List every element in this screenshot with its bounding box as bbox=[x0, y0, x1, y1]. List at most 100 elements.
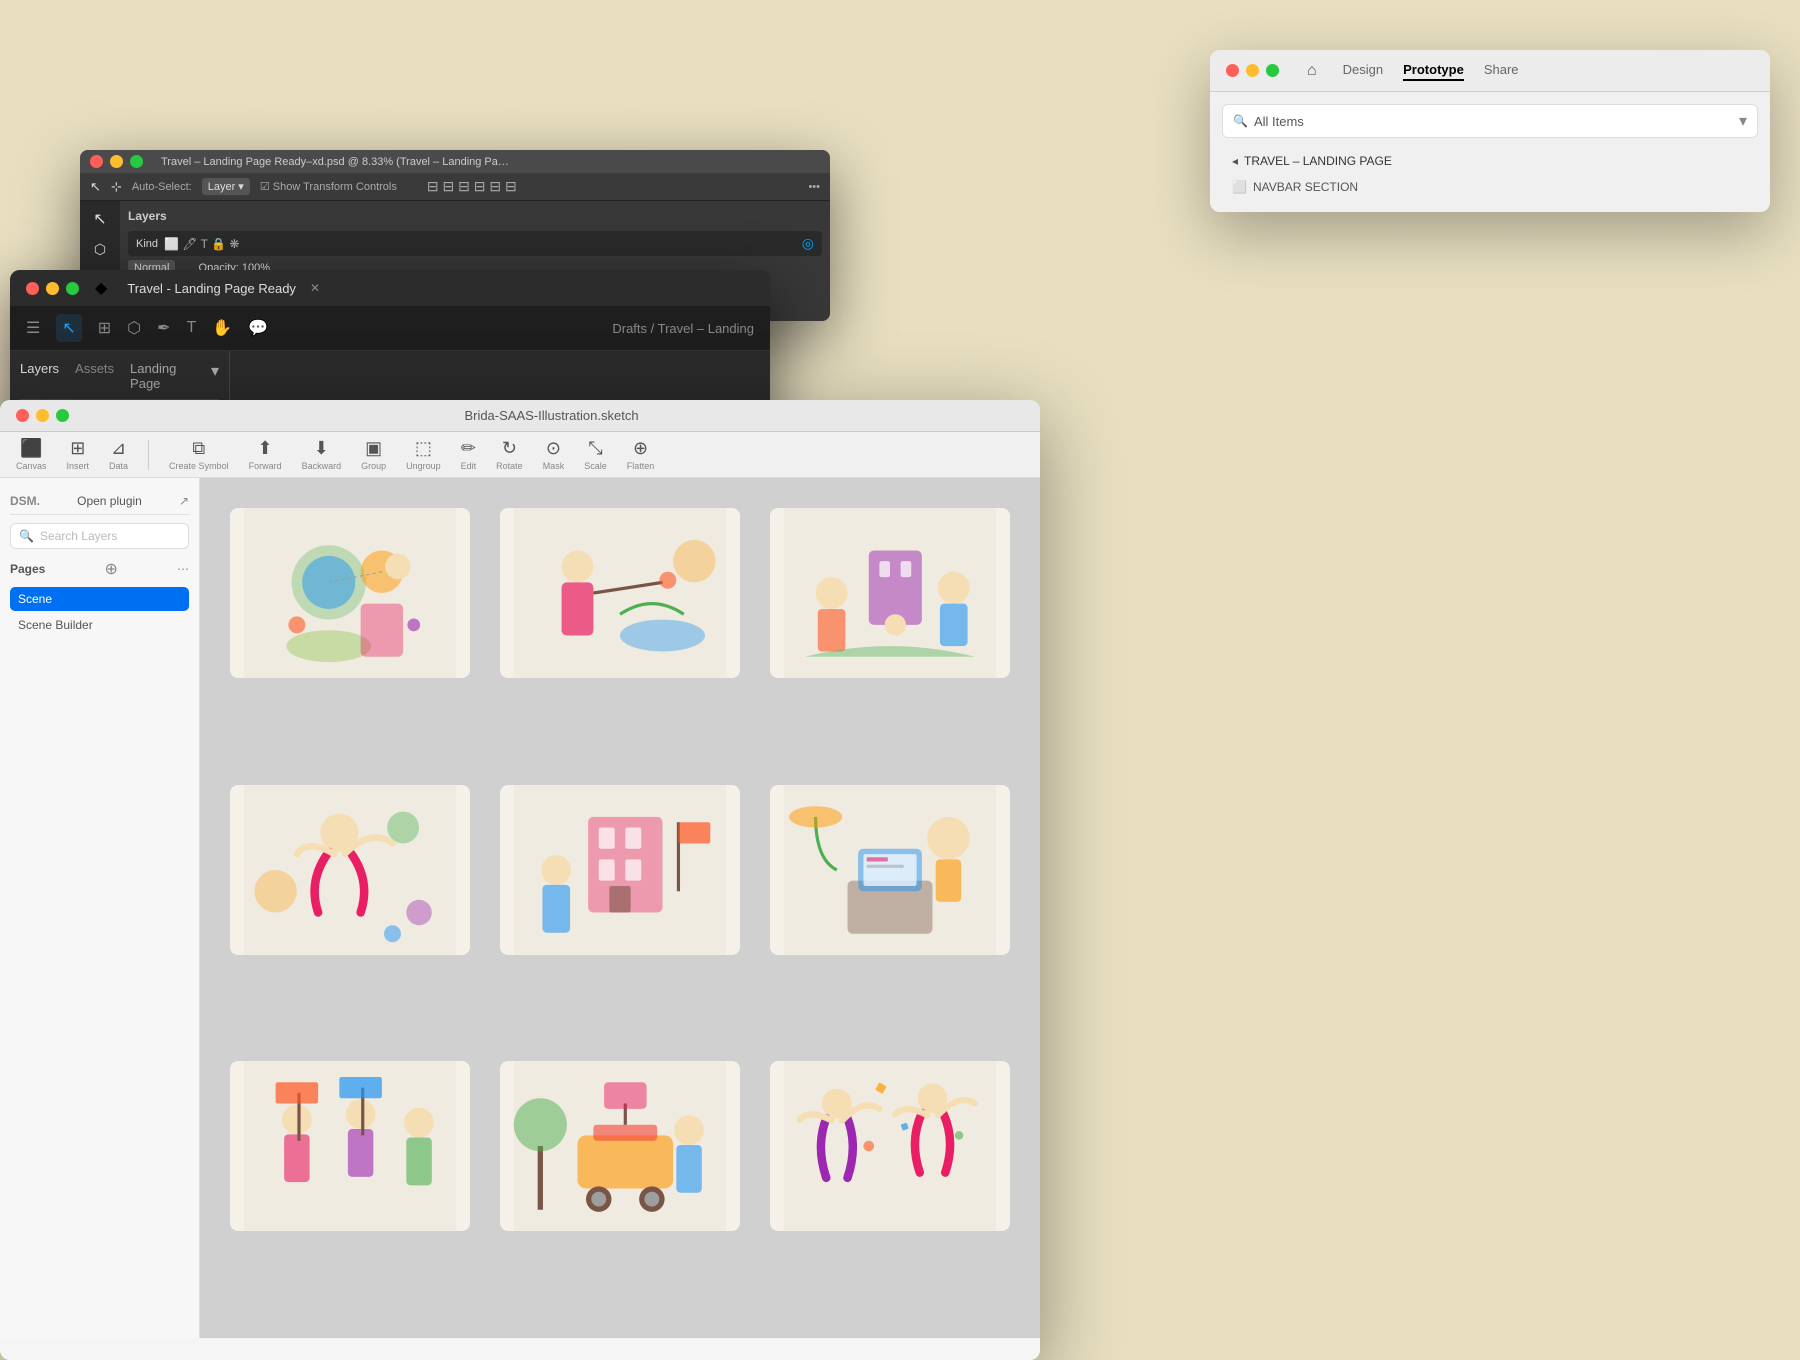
ps-more-icon[interactable]: ••• bbox=[808, 181, 820, 193]
figma-pen-tool[interactable]: ✒ bbox=[157, 318, 170, 338]
tab-landing-page[interactable]: Landing Page bbox=[130, 361, 195, 391]
figma-close-button[interactable] bbox=[26, 282, 39, 295]
sketch-toolbar: ⬛ Canvas ⊞ Insert ⊿ Data ⧉ Create Symbol… bbox=[0, 432, 1040, 478]
ps-tool-1[interactable]: ↖ bbox=[90, 179, 101, 195]
tab-layers[interactable]: Layers bbox=[20, 361, 59, 391]
sketch-ungroup-tool[interactable]: ⬚ Ungroup bbox=[406, 438, 441, 471]
sketch-insert-tool[interactable]: ⊞ Insert bbox=[67, 438, 90, 471]
flatten-icon: ⊕ bbox=[633, 438, 648, 459]
create-symbol-icon: ⧉ bbox=[192, 438, 205, 459]
sketch-flatten-tool[interactable]: ⊕ Flatten bbox=[627, 438, 655, 471]
ps-menubar: Travel – Landing Page Ready–xd.psd @ 8.3… bbox=[80, 150, 830, 173]
sketch-create-symbol-tool[interactable]: ⧉ Create Symbol bbox=[169, 438, 229, 471]
figma-maximize-button[interactable] bbox=[66, 282, 79, 295]
figma-panel-tabs: Layers Assets Landing Page ▾ bbox=[20, 361, 219, 400]
illustration-9 bbox=[770, 1061, 1010, 1231]
figma-cursor-tool[interactable]: ↖ bbox=[56, 314, 81, 342]
xd-nav-navbar: ⬜ NAVBAR SECTION bbox=[1222, 174, 1758, 200]
sketch-titlebar: Brida-SAAS-Illustration.sketch bbox=[0, 400, 1040, 432]
nav-travel-label: TRAVEL – LANDING PAGE bbox=[1244, 154, 1392, 168]
filter-toggle[interactable]: ◎ bbox=[802, 235, 814, 252]
sketch-rotate-tool[interactable]: ↻ Rotate bbox=[496, 438, 523, 471]
sketch-main-area: DSM. Open plugin ↗ 🔍 Search Layers Pages… bbox=[0, 478, 1040, 1338]
ps-close-button[interactable] bbox=[90, 155, 103, 168]
figma-shape-tool[interactable]: ⬡ bbox=[127, 318, 141, 338]
page-icon: ⬜ bbox=[1232, 180, 1247, 194]
figma-toolbar: ☰ ↖ ⊞ ⬡ ✒ T ✋ 💬 Drafts / Travel – Landin… bbox=[10, 306, 770, 351]
figma-close-tab-icon[interactable]: ✕ bbox=[310, 281, 320, 295]
edit-icon: ✏ bbox=[461, 438, 476, 459]
pages-menu-icon[interactable]: ⋯ bbox=[177, 562, 189, 576]
illustration-1 bbox=[230, 508, 470, 678]
maximize-button[interactable] bbox=[1266, 64, 1279, 77]
tab-design[interactable]: Design bbox=[1343, 60, 1383, 81]
figma-titlebar: ◆ Travel - Landing Page Ready ✕ bbox=[10, 270, 770, 306]
tab-share[interactable]: Share bbox=[1484, 60, 1519, 81]
nav-navbar-label: NAVBAR SECTION bbox=[1253, 180, 1358, 194]
figma-breadcrumb: Drafts / Travel – Landing bbox=[612, 321, 754, 336]
sketch-search-layers[interactable]: 🔍 Search Layers bbox=[10, 523, 189, 549]
xd-titlebar: ⌂ Design Prototype Share bbox=[1210, 50, 1770, 92]
ps-layer-dropdown[interactable]: Layer ▾ bbox=[202, 178, 250, 195]
sketch-minimize-button[interactable] bbox=[36, 409, 49, 422]
sketch-mask-tool[interactable]: ⊙ Mask bbox=[543, 438, 565, 471]
illustration-8 bbox=[500, 1061, 740, 1231]
sketch-dsm-bar: DSM. Open plugin ↗ bbox=[10, 488, 189, 515]
close-button[interactable] bbox=[1226, 64, 1239, 77]
ps-minimize-button[interactable] bbox=[110, 155, 123, 168]
layers-filter-kind[interactable]: Kind bbox=[136, 238, 158, 250]
figma-comment-tool[interactable]: 💬 bbox=[248, 318, 268, 338]
sketch-group-tool[interactable]: ▣ Group bbox=[361, 438, 386, 471]
tab-prototype[interactable]: Prototype bbox=[1403, 60, 1464, 81]
layers-filter-row: Kind ⬜ 🖊 T 🔒 ❋ ◎ bbox=[128, 231, 822, 256]
ps-align-icons: ⊟ ⊟ ⊟ ⊟ ⊟ ⊟ bbox=[427, 178, 517, 195]
sketch-forward-tool[interactable]: ⬆ Forward bbox=[249, 438, 282, 471]
sketch-edit-tool[interactable]: ✏ Edit bbox=[461, 438, 477, 471]
sketch-canvas-tool[interactable]: ⬛ Canvas bbox=[16, 438, 47, 471]
sketch-page-scene-builder[interactable]: Scene Builder bbox=[10, 613, 189, 637]
sketch-backward-tool[interactable]: ⬇ Backward bbox=[302, 438, 342, 471]
ps-sidebar-arrow[interactable]: ↖ bbox=[93, 209, 106, 229]
xd-search-bar[interactable]: 🔍 All Items ▾ bbox=[1222, 104, 1758, 138]
sketch-page-scene[interactable]: Scene bbox=[10, 587, 189, 611]
figma-minimize-button[interactable] bbox=[46, 282, 59, 295]
minimize-button[interactable] bbox=[1246, 64, 1259, 77]
ps-window-controls bbox=[90, 155, 143, 168]
sketch-open-plugin-button[interactable]: Open plugin bbox=[77, 494, 142, 508]
rotate-icon: ↻ bbox=[502, 438, 517, 459]
home-icon[interactable]: ⌂ bbox=[1307, 62, 1317, 80]
sketch-dsm-label: DSM. bbox=[10, 494, 40, 508]
ps-maximize-button[interactable] bbox=[130, 155, 143, 168]
figma-menu-icon[interactable]: ☰ bbox=[26, 318, 40, 338]
filter-icons: ⬜ 🖊 T 🔒 ❋ bbox=[164, 237, 239, 251]
xd-content: 🔍 All Items ▾ ◂ TRAVEL – LANDING PAGE ⬜ … bbox=[1210, 92, 1770, 212]
figma-window-title: Travel - Landing Page Ready bbox=[127, 281, 296, 296]
illustration-6 bbox=[770, 785, 1010, 955]
data-icon: ⊿ bbox=[111, 438, 126, 459]
sketch-canvas bbox=[200, 478, 1040, 1338]
sketch-data-tool[interactable]: ⊿ Data bbox=[109, 438, 128, 471]
figma-text-tool[interactable]: T bbox=[187, 319, 197, 337]
figma-frame-tool[interactable]: ⊞ bbox=[98, 318, 111, 338]
sketch-close-button[interactable] bbox=[16, 409, 29, 422]
sketch-window-title: Brida-SAAS-Illustration.sketch bbox=[464, 408, 638, 423]
forward-icon: ⬆ bbox=[258, 438, 273, 459]
tab-assets[interactable]: Assets bbox=[75, 361, 114, 391]
sketch-pages-header: Pages ⊕ ⋯ bbox=[10, 559, 189, 579]
canvas-icon: ⬛ bbox=[20, 438, 42, 459]
xd-nav-travel: ◂ TRAVEL – LANDING PAGE bbox=[1222, 148, 1758, 174]
sketch-scale-tool[interactable]: ⤡ Scale bbox=[584, 438, 607, 471]
figma-hand-tool[interactable]: ✋ bbox=[212, 318, 232, 338]
illustration-5 bbox=[500, 785, 740, 955]
add-page-button[interactable]: ⊕ bbox=[104, 559, 117, 579]
dropdown-icon: ▾ bbox=[1739, 111, 1747, 131]
search-all-items: All Items bbox=[1254, 114, 1304, 129]
illustration-4 bbox=[230, 785, 470, 955]
ps-sidebar-lasso[interactable]: ⬡ bbox=[94, 241, 106, 258]
ps-tool-2[interactable]: ⊹ bbox=[111, 179, 122, 195]
xd-tabs: Design Prototype Share bbox=[1343, 60, 1519, 81]
sketch-pages-label: Pages bbox=[10, 562, 45, 576]
search-icon: 🔍 bbox=[1233, 114, 1248, 128]
sketch-left-panel: DSM. Open plugin ↗ 🔍 Search Layers Pages… bbox=[0, 478, 200, 1338]
sketch-maximize-button[interactable] bbox=[56, 409, 69, 422]
